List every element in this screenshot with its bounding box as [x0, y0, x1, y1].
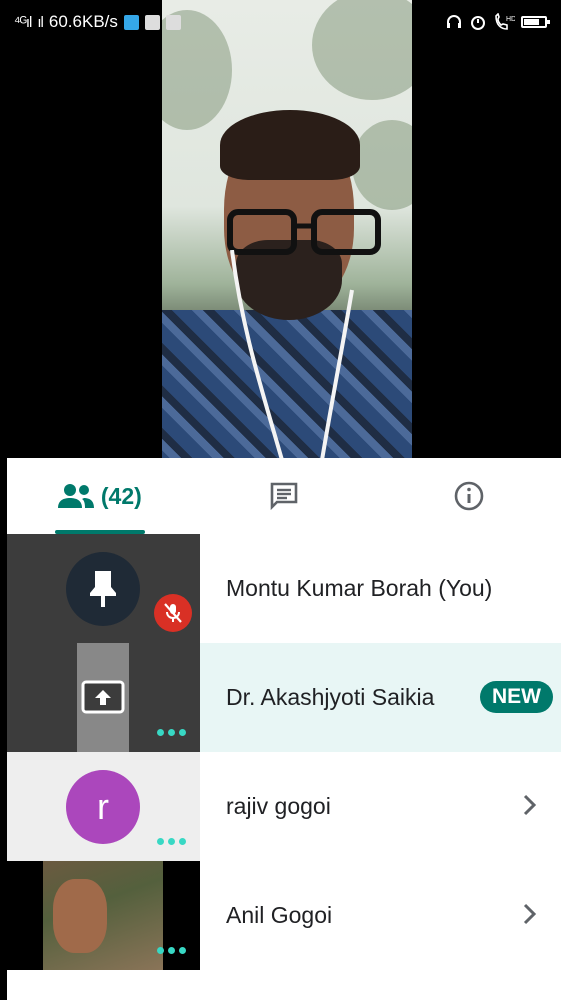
- participant-name: Anil Gogoi: [226, 902, 333, 928]
- present-screen-icon: [81, 680, 125, 714]
- participant-row[interactable]: r rajiv gogoi: [7, 752, 561, 861]
- video-feed: [162, 0, 412, 458]
- participant-thumbnail: r: [7, 752, 200, 861]
- signal-1-text: ⁴ᴳıl: [14, 13, 32, 31]
- muted-badge: [154, 594, 192, 632]
- participant-name: rajiv gogoi: [226, 793, 331, 819]
- hd-call-icon: HD: [495, 13, 515, 30]
- participant-list: Montu Kumar Borah (You) Dr. Akashjyoti S…: [7, 534, 561, 970]
- pin-icon: [90, 571, 116, 607]
- people-icon: [57, 484, 94, 508]
- meet-screen: ⁴ᴳıl ıl 60.6KB/s HD (42) Montu Kumar Bor…: [0, 0, 561, 1000]
- participant-thumbnail: [7, 534, 200, 643]
- participant-thumbnail: [7, 643, 200, 752]
- mic-off-icon: [164, 603, 182, 623]
- participant-thumbnail: [7, 861, 200, 970]
- message-notification-icon: [144, 14, 160, 30]
- participant-video-preview: [43, 861, 163, 970]
- chevron-right-icon[interactable]: [517, 790, 543, 820]
- participant-row[interactable]: Dr. Akashjyoti Saikia NEW: [7, 643, 561, 752]
- avatar-letter: r: [97, 786, 109, 827]
- avatar: [66, 552, 140, 626]
- avatar: r: [66, 770, 140, 844]
- info-icon: [454, 481, 483, 511]
- participant-row[interactable]: Montu Kumar Borah (You): [7, 534, 561, 643]
- new-badge: NEW: [480, 681, 553, 713]
- signal-2-text: ıl: [37, 13, 43, 31]
- chevron-right-icon[interactable]: [517, 899, 543, 929]
- battery-icon: [521, 16, 550, 28]
- network-speed: 60.6KB/s: [48, 12, 118, 31]
- svg-text:HD: HD: [506, 16, 515, 23]
- chat-icon: [270, 482, 298, 511]
- more-options-dots[interactable]: [157, 729, 186, 736]
- tab-bar: (42): [7, 458, 561, 535]
- participant-name: Montu Kumar Borah (You): [226, 575, 493, 601]
- download-notification-icon: [165, 14, 181, 30]
- app-notification-icon: [123, 14, 139, 30]
- status-bar: ⁴ᴳıl ıl 60.6KB/s HD: [0, 0, 561, 44]
- main-video-area[interactable]: [0, 0, 561, 458]
- tab-people[interactable]: (42): [7, 458, 192, 534]
- participant-row[interactable]: Anil Gogoi: [7, 861, 561, 970]
- alarm-icon: [471, 16, 485, 30]
- more-options-dots[interactable]: [157, 838, 186, 845]
- list-bottom-space: [7, 970, 561, 1000]
- more-options-dots[interactable]: [157, 947, 186, 954]
- participant-count: (42): [100, 482, 142, 509]
- tab-chat[interactable]: [192, 458, 377, 534]
- tab-info[interactable]: [376, 458, 561, 534]
- headset-icon: [447, 15, 461, 28]
